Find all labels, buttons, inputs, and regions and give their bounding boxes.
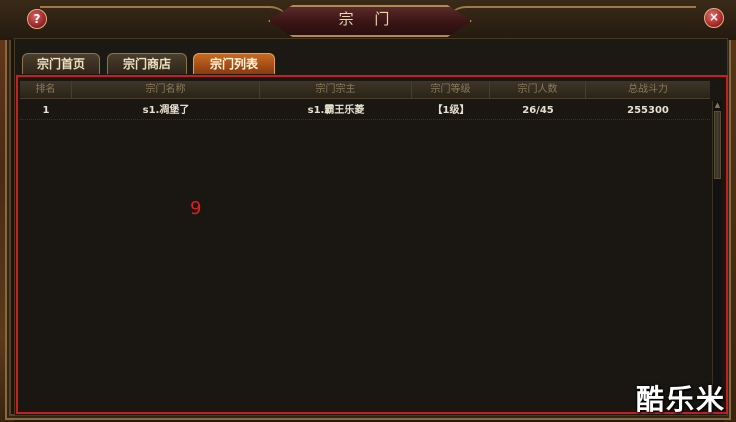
close-icon[interactable]: ×	[704, 8, 724, 28]
table-row[interactable]: 1 s1.凋堡了 s1.霸王乐菱 【1级】 26/45 255300	[20, 103, 710, 120]
cell-rank: 1	[42, 105, 50, 116]
column-header-sect-name[interactable]: 宗门名称	[72, 81, 260, 98]
column-header-sect-level[interactable]: 宗门等级	[412, 81, 490, 98]
site-watermark: 酷乐米	[636, 383, 727, 416]
cell-sect-name: s1.凋堡了	[142, 105, 190, 116]
tab-sect-shop[interactable]: 宗门商店	[107, 53, 187, 74]
scroll-up-arrow-icon[interactable]: ▲	[713, 101, 722, 109]
table-header: 排名 宗门名称 宗门宗主 宗门等级 宗门人数 总战斗力	[20, 81, 710, 99]
column-header-rank[interactable]: 排名	[20, 81, 72, 98]
cell-sect-leader: s1.霸王乐菱	[307, 105, 365, 116]
header-ornament-left	[40, 6, 290, 30]
tab-sect-list[interactable]: 宗门列表	[193, 53, 275, 74]
column-header-sect-leader[interactable]: 宗门宗主	[260, 81, 412, 98]
tab-sect-home[interactable]: 宗门首页	[22, 53, 100, 74]
window-title: 宗 门	[338, 10, 398, 28]
annotation-number: 9	[190, 198, 202, 219]
sect-list-table: 排名 宗门名称 宗门宗主 宗门等级 宗门人数 总战斗力 1 s1.凋堡了 s1.…	[16, 75, 728, 414]
cell-sect-level: 【1级】	[432, 105, 470, 116]
scroll-thumb[interactable]	[714, 111, 721, 179]
column-header-total-power[interactable]: 总战斗力	[586, 81, 710, 98]
cell-member-count: 26/45	[522, 105, 554, 116]
header-ornament-right	[446, 6, 696, 30]
vertical-scrollbar[interactable]: ▲	[712, 101, 722, 409]
column-header-member-count[interactable]: 宗门人数	[490, 81, 586, 98]
help-icon[interactable]: ?	[27, 9, 47, 29]
cell-total-power: 255300	[627, 105, 669, 116]
